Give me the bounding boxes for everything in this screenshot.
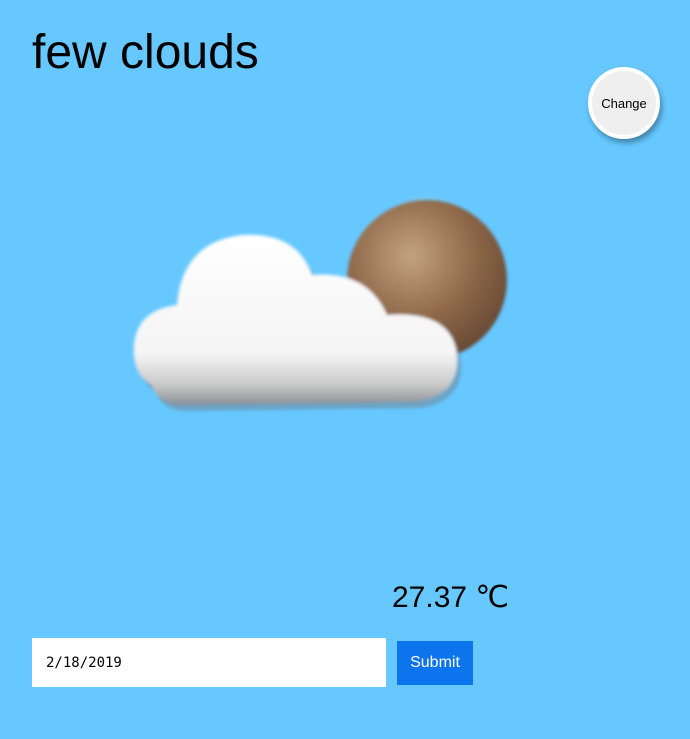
temperature-unit: ℃ <box>475 581 510 614</box>
few-clouds-night-icon <box>112 180 522 430</box>
submit-button[interactable]: Submit <box>397 641 473 685</box>
date-input[interactable] <box>32 638 386 687</box>
weather-description: few clouds <box>32 26 259 79</box>
temperature-value: 27.37 <box>392 581 468 614</box>
temperature-display: 27.37 ℃ <box>392 578 509 618</box>
change-button[interactable]: Change <box>588 67 660 139</box>
